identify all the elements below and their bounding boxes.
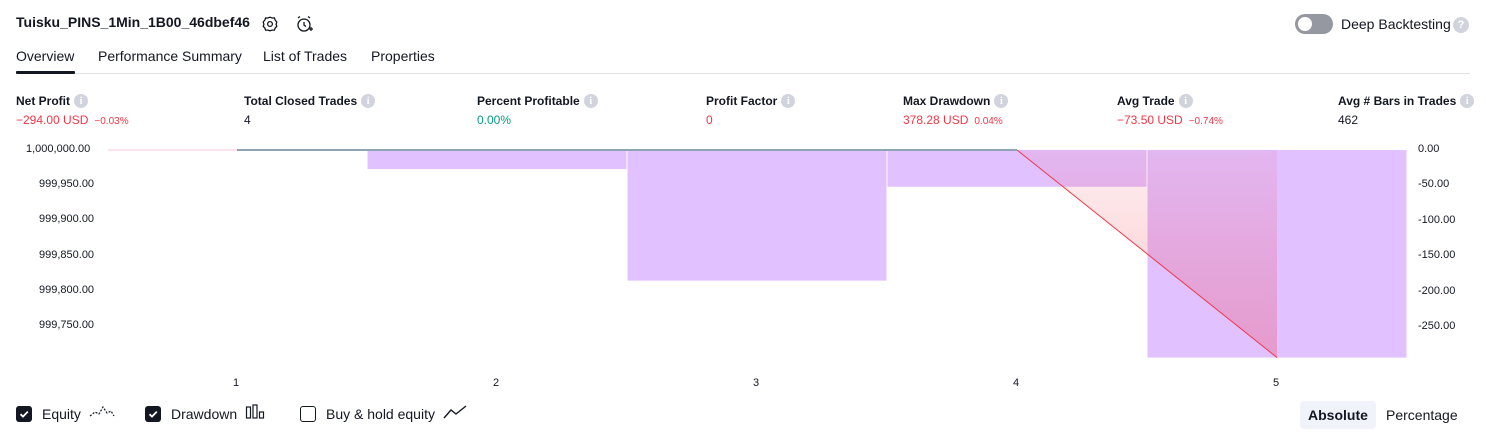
buy-hold-checkbox[interactable]	[300, 405, 316, 422]
x-axis-tick: 3	[753, 377, 760, 389]
legend-buy-hold-equity[interactable]: Buy & hold equity	[300, 404, 467, 423]
equity-checkbox[interactable]	[16, 405, 32, 422]
x-axis-tick: 2	[493, 377, 500, 389]
x-axis-tick: 4	[1013, 377, 1020, 389]
drawdown-bar	[627, 150, 887, 281]
equity-legend-label: Equity	[42, 405, 81, 422]
legend-drawdown[interactable]: Drawdown	[145, 404, 265, 423]
x-axis-tick: 1	[233, 377, 240, 389]
buy-hold-legend-label: Buy & hold equity	[326, 405, 435, 422]
buy-hold-line-icon	[443, 404, 467, 423]
equity-line-icon	[89, 404, 115, 423]
legend-equity[interactable]: Equity	[16, 404, 115, 423]
drawdown-checkbox[interactable]	[145, 405, 161, 422]
percentage-scale-button[interactable]: Percentage	[1378, 401, 1466, 429]
x-axis-tick: 5	[1273, 377, 1280, 389]
equity-drawdown-chart	[108, 149, 1407, 358]
absolute-scale-button[interactable]: Absolute	[1300, 401, 1376, 429]
drawdown-bars-icon	[245, 404, 265, 423]
drawdown-legend-label: Drawdown	[171, 405, 238, 422]
drawdown-bar	[367, 150, 627, 170]
